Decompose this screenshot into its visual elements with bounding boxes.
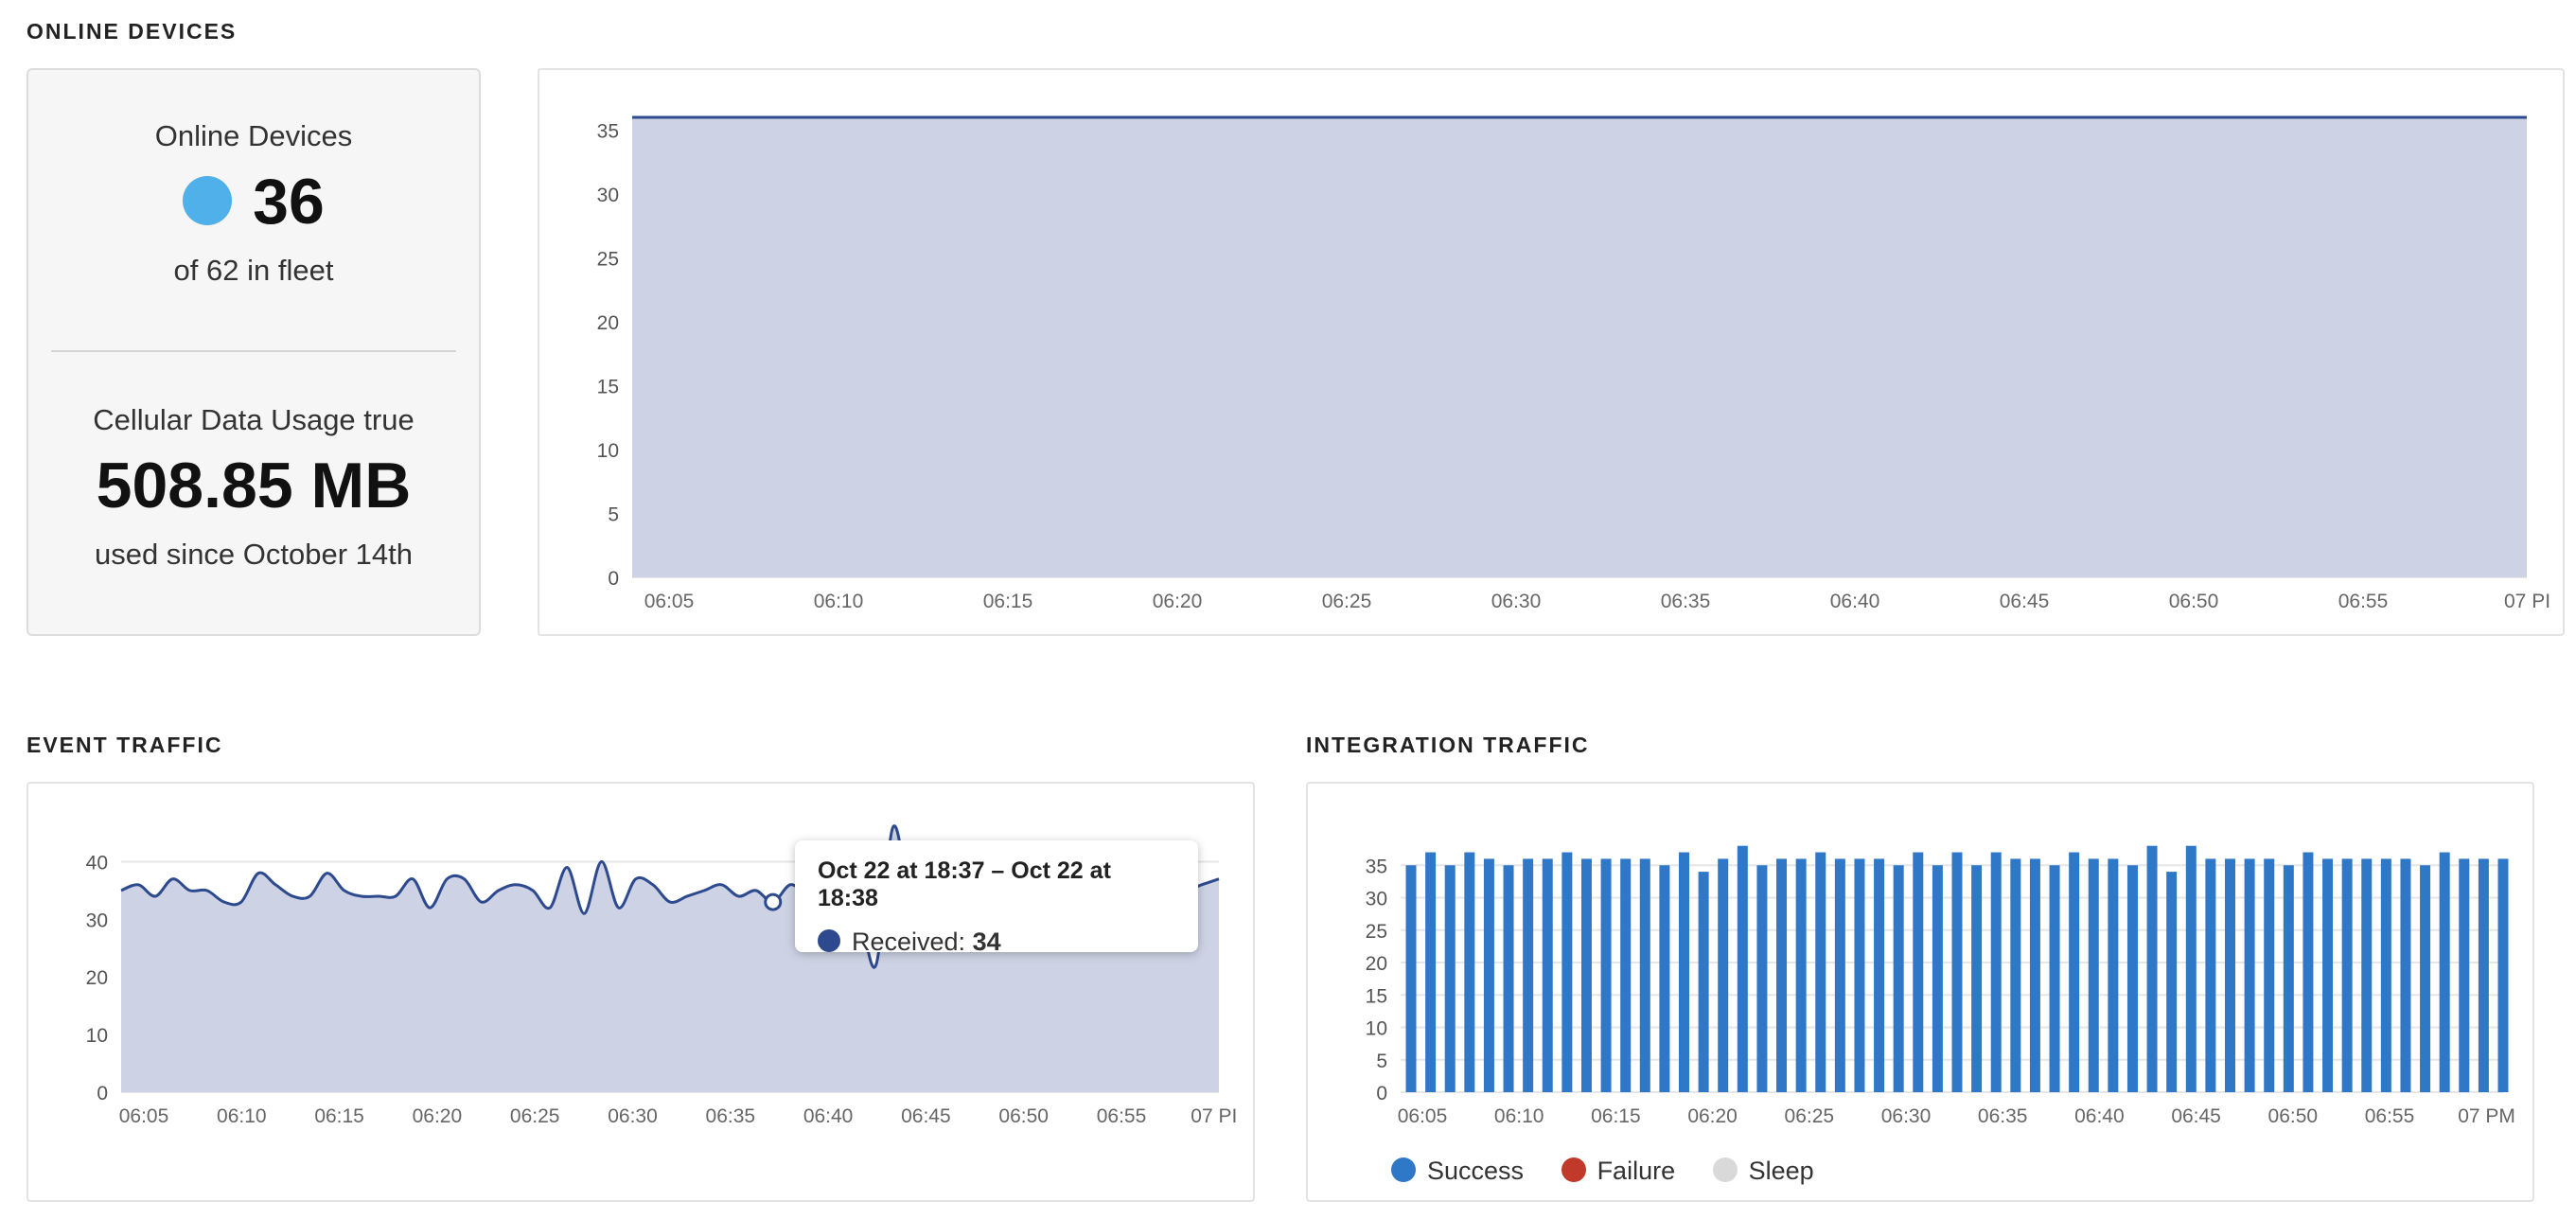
tooltip-row: Received: 34 [818,928,1175,957]
integration-legend: Success Failure Sleep [1391,1157,1844,1186]
online-devices-label: Online Devices [154,119,353,152]
section-title-event-traffic: EVENT TRAFFIC [26,733,223,757]
integration-traffic-card [1306,782,2534,1202]
online-devices-chart-card [538,68,2565,636]
device-summary-card: Online Devices 36 of 62 in fleet Cellula… [26,68,481,636]
legend-item-sleep[interactable]: Sleep [1712,1157,1814,1186]
legend-dot-icon [1561,1157,1586,1182]
section-title-online-devices: ONLINE DEVICES [26,19,238,44]
cellular-usage-value: 508.85 MB [96,450,412,521]
series-dot-icon [818,928,840,952]
legend-dot-icon [1712,1157,1738,1182]
summary-divider [51,350,456,352]
tooltip-title: Oct 22 at 18:37 – Oct 22 at 18:38 [818,857,1111,911]
tooltip-series-label: Received: [852,928,966,956]
fleet-size-text: of 62 in fleet [173,254,334,287]
cellular-usage-label: Cellular Data Usage true [93,403,415,436]
legend-label: Success [1427,1157,1525,1185]
status-dot-icon [183,176,233,226]
legend-label: Sleep [1748,1157,1814,1185]
legend-item-failure[interactable]: Failure [1561,1157,1676,1186]
section-title-integration-traffic: INTEGRATION TRAFFIC [1306,733,1590,757]
online-devices-count: 36 [253,166,325,238]
tooltip-value: 34 [972,928,1001,956]
online-devices-count-row: 36 [28,165,479,238]
chart-tooltip: Oct 22 at 18:37 – Oct 22 at 18:38 Receiv… [795,840,1198,956]
legend-item-success[interactable]: Success [1391,1157,1524,1186]
legend-dot-icon [1391,1157,1416,1182]
cellular-usage-since: used since October 14th [94,538,414,571]
legend-label: Failure [1597,1157,1676,1185]
